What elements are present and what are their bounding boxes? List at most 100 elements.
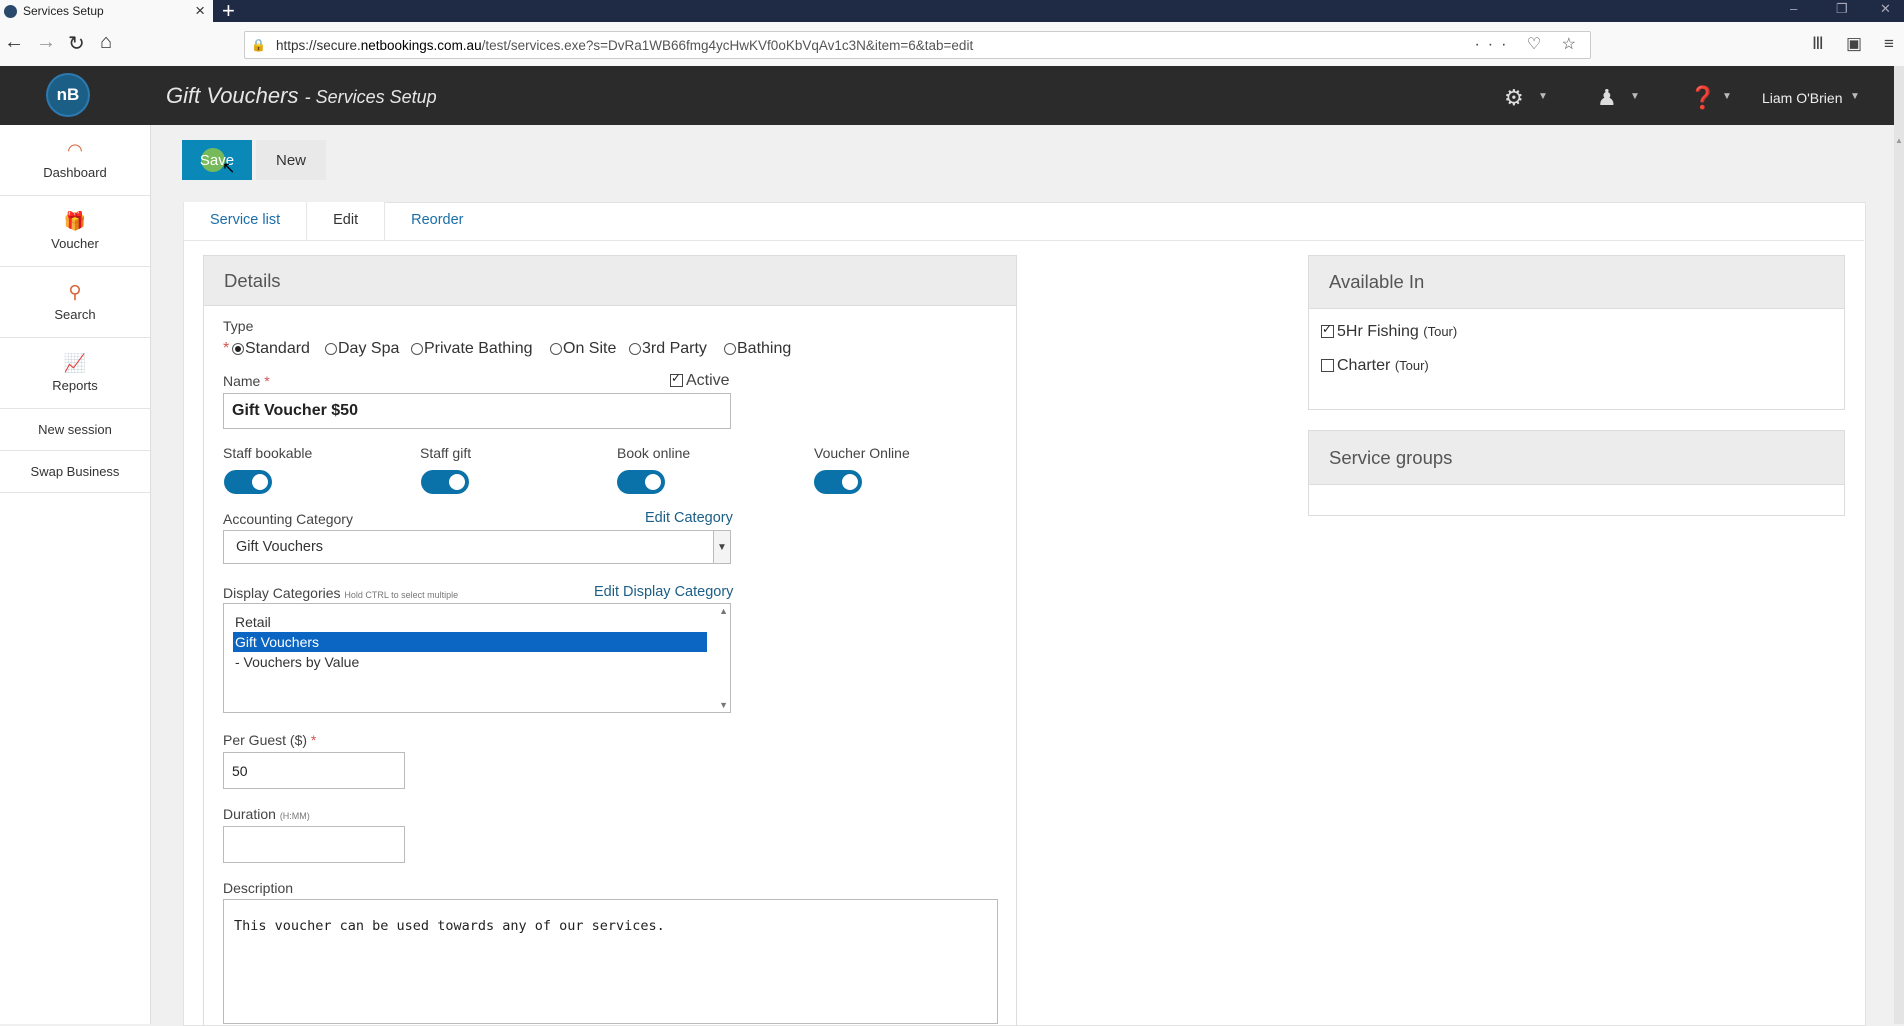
type-radio-day-spa[interactable]: Day Spa (325, 340, 399, 358)
url-host: netbookings.com.au (360, 37, 482, 53)
radio-label: Day Spa (338, 340, 400, 357)
name-label-text: Name (223, 373, 261, 389)
display-categories-label: Display Categories Hold CTRL to select m… (223, 585, 458, 601)
sidebar-item-label: Voucher (51, 236, 99, 251)
scroll-up-icon[interactable]: ▲ (1895, 136, 1903, 146)
list-item[interactable]: Retail (233, 612, 707, 632)
list-item[interactable]: - Vouchers by Value (233, 652, 707, 672)
radio-label: Standard (245, 340, 310, 357)
minimize-icon[interactable]: – (1790, 1, 1797, 16)
accounting-category-select[interactable]: Gift Vouchers ▼ (223, 530, 731, 564)
type-radio-3rd-party[interactable]: 3rd Party (629, 340, 707, 358)
per-guest-input[interactable]: 50 (223, 752, 405, 789)
available-in-item-name: Charter (1337, 357, 1391, 374)
required-marker: * (310, 732, 317, 748)
checkbox-checked-icon (670, 371, 683, 388)
per-guest-label: Per Guest ($) * (223, 732, 316, 748)
edit-display-category-link[interactable]: Edit Display Category (594, 584, 733, 600)
staff-bookable-toggle[interactable] (224, 470, 272, 494)
sidebar-item-dashboard[interactable]: ◠ Dashboard (0, 125, 150, 196)
page-actions-icon[interactable]: ··· ♡ ☆ (1474, 34, 1584, 54)
staff-icon[interactable]: ♟ (1597, 85, 1617, 111)
home-icon[interactable]: ⌂ (100, 31, 112, 54)
page-title-main: Gift Vouchers (166, 83, 299, 108)
page-title: Gift Vouchers - Services Setup (166, 83, 437, 109)
details-heading: Details (204, 256, 1016, 306)
available-in-item-kind: (Tour) (1394, 358, 1429, 373)
search-icon: ⚲ (68, 282, 82, 302)
staff-gift-toggle[interactable] (421, 470, 469, 494)
required-marker: * (264, 373, 270, 389)
duration-hint: (H:MM) (279, 811, 310, 821)
display-categories-hint: Hold CTRL to select multiple (344, 590, 459, 600)
save-button[interactable]: Save (182, 140, 252, 180)
type-radio-on-site[interactable]: On Site (550, 340, 616, 358)
help-icon[interactable]: ❓ (1689, 85, 1716, 111)
duration-label: Duration (H:MM) (223, 806, 310, 822)
restore-icon[interactable]: ❐ (1836, 1, 1848, 17)
sidebar-item-label: New session (38, 422, 112, 437)
type-radio-bathing[interactable]: Bathing (724, 340, 791, 358)
url-bar[interactable]: 🔒 https://secure. netbookings.com.au /te… (244, 31, 1591, 59)
required-marker: * (223, 340, 230, 357)
radio-icon (629, 343, 641, 355)
menu-icon[interactable]: ≡ (1884, 34, 1894, 54)
sidebar-item-swap-business[interactable]: Swap Business (0, 451, 150, 493)
available-in-item-kind: (Tour) (1423, 324, 1458, 339)
radio-icon (325, 343, 337, 355)
duration-input[interactable] (223, 826, 405, 863)
sidebar-item-label: Search (54, 307, 96, 322)
sidebar-item-search[interactable]: ⚲ Search (0, 267, 150, 338)
settings-gear-icon[interactable]: ⚙ (1504, 85, 1524, 111)
toggle-label: Staff gift (420, 445, 472, 461)
name-label: Name * (223, 373, 270, 389)
name-input[interactable]: Gift Voucher $50 (223, 393, 731, 429)
sidebar-item-reports[interactable]: 📈 Reports (0, 338, 150, 409)
sidebar-item-voucher[interactable]: 🎁 Voucher (0, 196, 150, 267)
sidebar: ◠ Dashboard 🎁 Voucher ⚲ Search 📈 Reports… (0, 125, 151, 1024)
user-menu[interactable]: Liam O'Brien (1762, 90, 1842, 106)
edit-category-link[interactable]: Edit Category (645, 510, 733, 526)
new-tab-icon[interactable]: + (222, 0, 235, 24)
checkbox-checked-icon[interactable] (1321, 322, 1334, 339)
reload-icon[interactable]: ↻ (68, 31, 85, 56)
type-radio-private-bathing[interactable]: Private Bathing (411, 340, 533, 358)
sidebar-toggle-icon[interactable]: ▣ (1846, 34, 1862, 54)
sidebar-item-new-session[interactable]: New session (0, 409, 150, 451)
back-icon[interactable]: ← (4, 31, 24, 54)
close-window-icon[interactable]: ✕ (1880, 1, 1891, 17)
tab-service-list[interactable]: Service list (183, 202, 307, 240)
book-online-toggle[interactable] (617, 470, 665, 494)
available-in-item-charter[interactable]: Charter (Tour) (1321, 357, 1429, 375)
duration-label-text: Duration (223, 806, 276, 822)
browser-tab[interactable]: Services Setup × (0, 0, 213, 22)
description-textarea[interactable]: This voucher can be used towards any of … (223, 899, 998, 1024)
netbookings-logo[interactable]: nB (48, 75, 88, 115)
accounting-category-value: Gift Vouchers (236, 539, 324, 555)
chevron-down-icon[interactable]: ▼ (713, 531, 730, 563)
available-in-item-5hr-fishing[interactable]: 5Hr Fishing (Tour) (1321, 322, 1458, 341)
sidebar-item-label: Dashboard (43, 165, 107, 180)
url-prefix: https://secure. (275, 37, 361, 53)
scroll-down-icon[interactable]: ▼ (719, 700, 728, 710)
page-scrollbar[interactable]: ▲ (1894, 66, 1904, 1024)
close-tab-icon[interactable]: × (195, 1, 205, 21)
checkbox-icon[interactable] (1321, 359, 1334, 373)
active-label: Active (686, 372, 730, 389)
forward-icon[interactable]: → (36, 31, 56, 54)
radio-icon (411, 343, 423, 355)
active-checkbox[interactable]: Active (670, 371, 730, 390)
service-groups-heading: Service groups (1309, 431, 1844, 485)
new-button[interactable]: New (256, 140, 326, 180)
radio-selected-icon (232, 343, 244, 355)
voucher-online-toggle[interactable] (814, 470, 862, 494)
display-categories-listbox[interactable]: Retail Gift Vouchers - Vouchers by Value… (223, 603, 731, 713)
type-radio-standard[interactable]: Standard (232, 340, 310, 358)
tab-edit[interactable]: Edit (306, 202, 386, 240)
tab-reorder[interactable]: Reorder (385, 202, 489, 240)
list-item-selected[interactable]: Gift Vouchers (233, 632, 707, 652)
scroll-up-icon[interactable]: ▲ (719, 606, 728, 616)
chevron-down-icon: ▼ (1538, 91, 1548, 102)
library-icon[interactable]: Ⅲ (1812, 34, 1824, 54)
chevron-down-icon: ▼ (1850, 91, 1860, 102)
